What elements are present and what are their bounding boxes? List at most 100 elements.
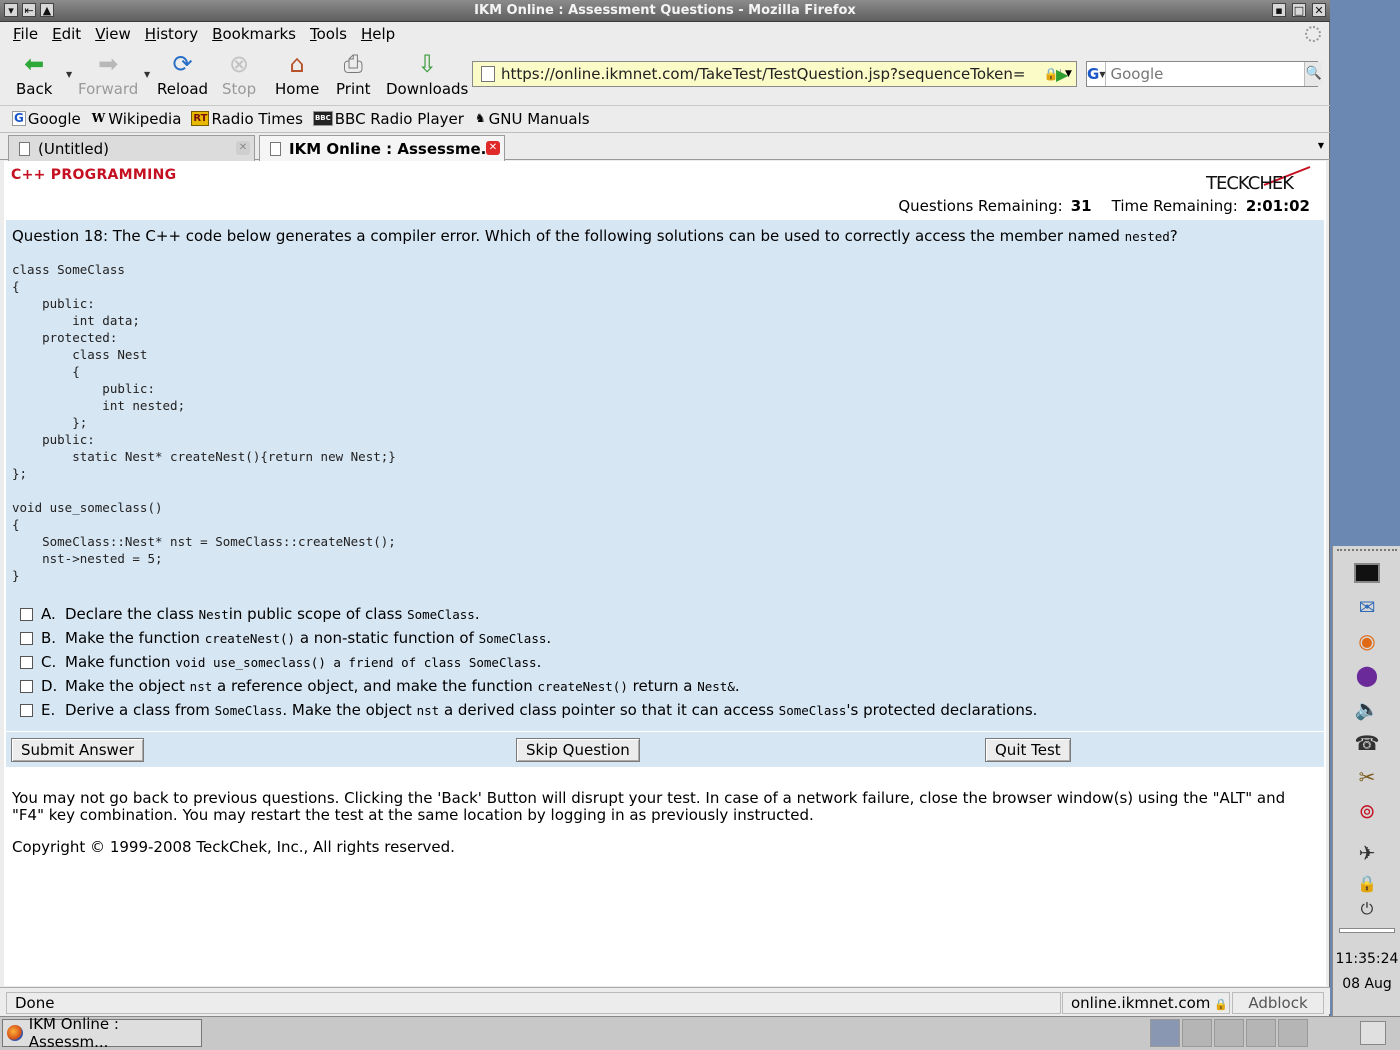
menu-file[interactable]: File [6, 25, 45, 43]
minimize-icon[interactable]: ▪ [1272, 3, 1286, 17]
power-icon[interactable]: ⏻ [1353, 896, 1381, 922]
option-d[interactable]: D. Make the object nst a reference objec… [20, 674, 1037, 698]
stop-label: Stop [222, 80, 257, 98]
skip-question-button[interactable]: Skip Question [516, 738, 640, 762]
url-bar[interactable]: 🔒 ▼ [472, 61, 1077, 87]
option-key: D. [41, 677, 58, 695]
reload-label: Reload [157, 80, 209, 98]
task-button-firefox[interactable]: IKM Online : Assessm... [2, 1015, 202, 1050]
option-a[interactable]: A. Declare the class Nest in public scop… [20, 602, 1037, 626]
action-buttons: Submit Answer Skip Question Quit Test [6, 731, 1324, 767]
tab-close-icon[interactable]: ✕ [486, 141, 500, 155]
search-input[interactable] [1106, 65, 1305, 83]
thunderbird-icon[interactable]: ✉ [1353, 594, 1381, 620]
bookmark-label: GNU Manuals [488, 109, 590, 128]
option-c-checkbox[interactable] [20, 655, 33, 669]
bookmark-bbc-radio-player[interactable]: BBC BBC Radio Player [312, 109, 464, 128]
bookmark-label: Radio Times [211, 109, 303, 128]
print-button[interactable]: ⎙ Print [336, 50, 371, 98]
adblock-status[interactable]: Adblock [1232, 992, 1324, 1014]
option-e-checkbox[interactable] [20, 703, 33, 717]
downloads-icon: ⇩ [417, 50, 438, 78]
search-bar[interactable]: G▼ 🔍 [1086, 61, 1322, 87]
menu-history[interactable]: History [138, 25, 205, 43]
url-input[interactable] [501, 65, 1042, 83]
option-text: . Make the object [282, 701, 412, 719]
option-d-checkbox[interactable] [20, 679, 33, 693]
forward-button[interactable]: ➡ Forward [78, 50, 138, 98]
forward-arrow-icon: ➡ [98, 50, 119, 78]
back-history-dropdown-icon[interactable]: ▼ [66, 70, 72, 79]
workspace-pager [1150, 1019, 1326, 1047]
maximize-icon[interactable]: □ [1292, 3, 1306, 17]
workspace-1[interactable] [1150, 1019, 1180, 1047]
option-b[interactable]: B. Make the function createNest() a non-… [20, 626, 1037, 650]
menu-view[interactable]: View [88, 25, 138, 43]
workspace-3[interactable] [1214, 1019, 1244, 1047]
tab-untitled[interactable]: (Untitled) ✕ [8, 135, 255, 161]
question-prefix: Question 18: The C++ code below generate… [12, 227, 1125, 245]
bookmark-label: Wikipedia [108, 109, 182, 128]
back-button[interactable]: ⬅ Back [16, 50, 52, 98]
option-b-checkbox[interactable] [20, 631, 33, 645]
forward-history-dropdown-icon[interactable]: ▼ [144, 70, 150, 79]
nvu-icon[interactable]: ⬤ [1353, 662, 1381, 688]
stop-button[interactable]: ⊗ Stop [222, 50, 256, 98]
go-arrow-icon[interactable]: ▶ [1056, 65, 1068, 84]
search-icon[interactable]: 🔍 [1304, 62, 1322, 86]
home-icon: ⌂ [289, 50, 305, 78]
firefox-icon [7, 1025, 23, 1041]
option-a-checkbox[interactable] [20, 607, 33, 621]
downloads-button[interactable]: ⇩ Downloads [386, 50, 468, 98]
option-text: Make function [65, 653, 171, 671]
network-icon[interactable]: ✈ [1353, 840, 1381, 866]
firefox-window: ▾ ⇤ ▲ IKM Online : Assessment Questions … [0, 0, 1330, 1016]
bookmark-label: BBC Radio Player [334, 109, 464, 128]
tab-close-icon[interactable]: ✕ [236, 141, 250, 155]
security-host[interactable]: online.ikmnet.com 🔒 [1062, 992, 1230, 1014]
tools-icon[interactable]: ✂ [1353, 764, 1381, 790]
option-key: E. [41, 701, 56, 719]
test-stats: Questions Remaining: 31 Time Remaining: 2:… [898, 197, 1310, 215]
lock-screen-icon[interactable]: 🔒 [1353, 870, 1381, 896]
option-text: Make the function [65, 629, 200, 647]
terminal-icon[interactable] [1353, 560, 1381, 586]
home-button[interactable]: ⌂ Home [275, 50, 319, 98]
tab-ikm-online[interactable]: IKM Online : Assessme... ✕ [259, 135, 505, 162]
lifebuoy-icon[interactable]: ⊚ [1353, 798, 1381, 824]
option-text: . [546, 629, 552, 647]
workspace-2[interactable] [1182, 1019, 1212, 1047]
tray-app-icon[interactable] [1360, 1021, 1386, 1045]
home-label: Home [275, 80, 320, 98]
option-text: . [536, 653, 542, 671]
quit-test-button[interactable]: Quit Test [985, 738, 1071, 762]
submit-answer-button[interactable]: Submit Answer [11, 738, 145, 762]
menu-help[interactable]: Help [354, 25, 402, 43]
menu-edit[interactable]: Edit [45, 25, 88, 43]
bookmark-wikipedia[interactable]: W Wikipedia [91, 110, 182, 128]
reload-icon: ⟳ [172, 50, 193, 78]
bookmark-radio-times[interactable]: RT Radio Times [191, 110, 303, 128]
close-icon[interactable]: ✕ [1312, 3, 1326, 17]
forward-label: Forward [78, 80, 139, 98]
clock-date: 08 Aug [1342, 976, 1392, 992]
option-c[interactable]: C. Make function void use_someclass() a … [20, 650, 1037, 674]
bookmark-gnu-manuals[interactable]: ♞ GNU Manuals [474, 110, 590, 128]
menu-bookmarks[interactable]: Bookmarks [205, 25, 303, 43]
bookmark-google[interactable]: G Google [12, 110, 81, 128]
option-e[interactable]: E. Derive a class from SomeClass. Make t… [20, 698, 1037, 722]
title-bar[interactable]: ▾ ⇤ ▲ IKM Online : Assessment Questions … [0, 0, 1330, 22]
dock-grip[interactable] [1337, 549, 1397, 551]
reload-button[interactable]: ⟳ Reload [157, 50, 208, 98]
volume-slider[interactable] [1339, 928, 1395, 933]
workspace-4[interactable] [1246, 1019, 1276, 1047]
firefox-icon[interactable]: ◉ [1353, 628, 1381, 654]
tab-list-dropdown-icon[interactable]: ▼ [1318, 141, 1324, 150]
answer-options: A. Declare the class Nest in public scop… [20, 602, 1037, 722]
menu-tools[interactable]: Tools [303, 25, 354, 43]
phone-icon[interactable]: ☎ [1353, 730, 1381, 756]
workspace-5[interactable] [1278, 1019, 1308, 1047]
tab-label: IKM Online : Assessme... [289, 140, 498, 158]
search-engine-icon[interactable]: G ▼ [1087, 62, 1107, 86]
speaker-icon[interactable]: 🔈 [1353, 696, 1381, 722]
